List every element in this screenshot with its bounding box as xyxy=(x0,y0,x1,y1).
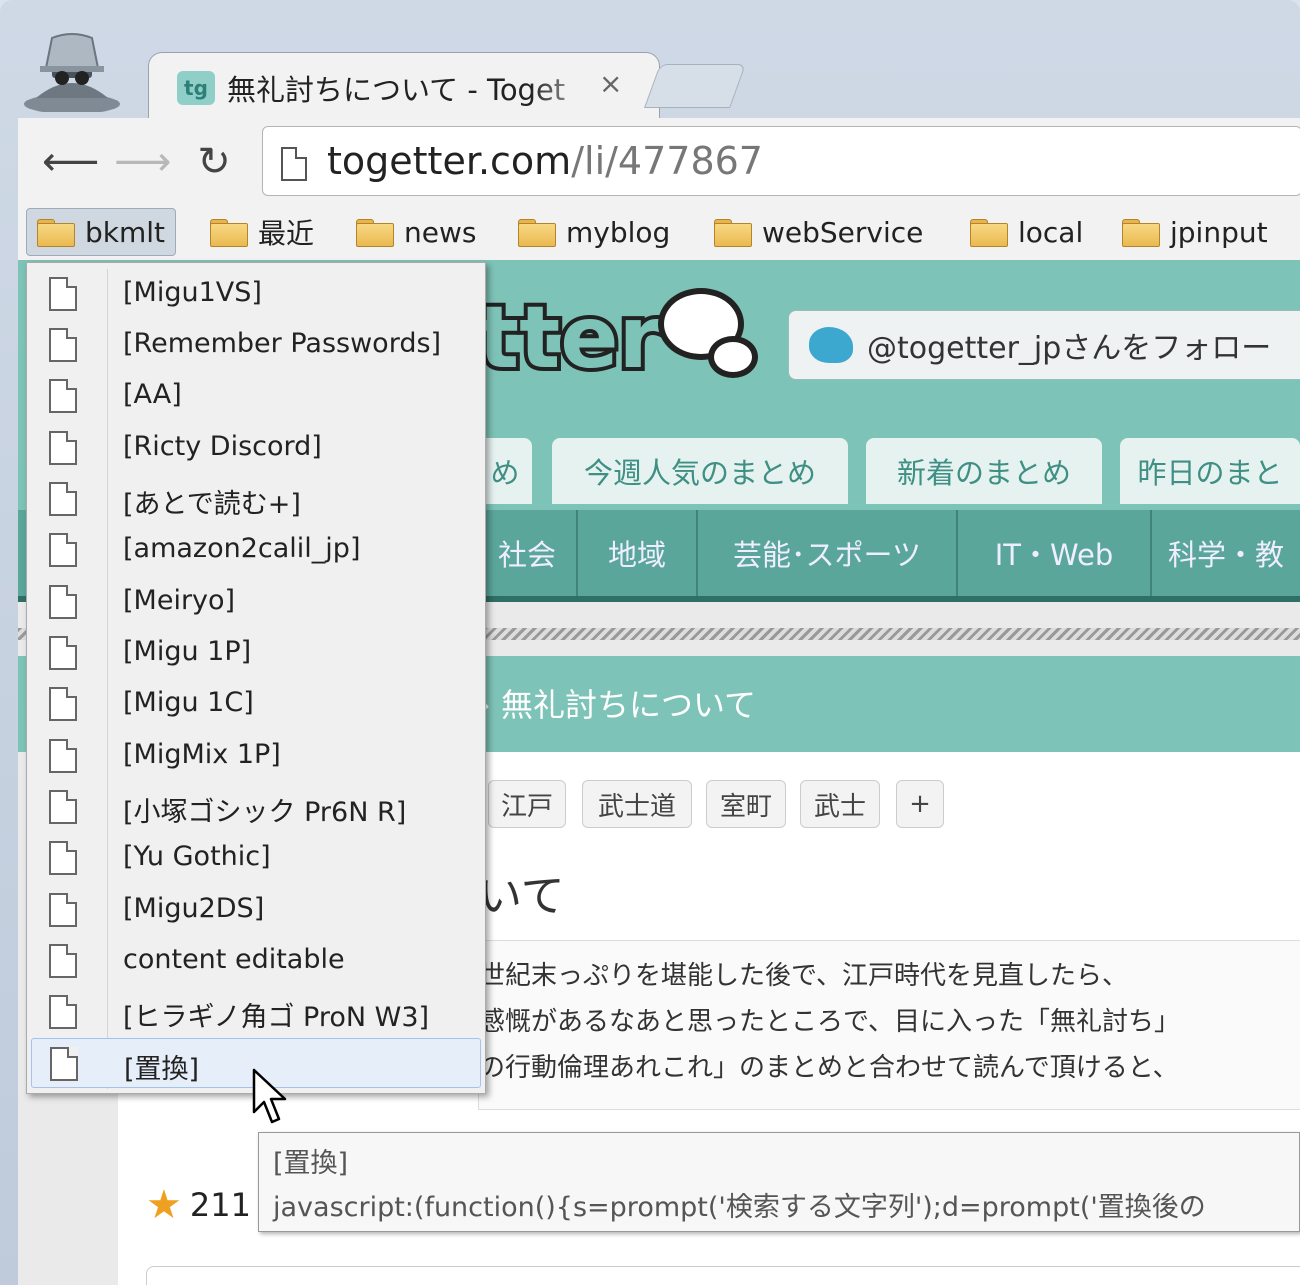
menu-item-bookmark[interactable]: [MigMix 1P] xyxy=(31,731,481,781)
category-science[interactable]: 科学・教 xyxy=(1150,510,1300,596)
tag-edo[interactable]: 江戸 xyxy=(488,780,566,828)
page-icon xyxy=(49,328,77,362)
folder-icon xyxy=(970,217,1008,247)
folder-icon xyxy=(210,217,248,247)
folder-icon xyxy=(714,217,752,247)
menu-item-bookmark[interactable]: [Meiryo] xyxy=(31,577,481,627)
bookmark-folder-local[interactable]: local xyxy=(960,208,1093,256)
page-icon xyxy=(49,379,77,413)
menu-item-bookmark[interactable]: [Yu Gothic] xyxy=(31,833,481,883)
page-icon xyxy=(49,790,77,824)
page-icon xyxy=(49,841,77,875)
tag-samurai[interactable]: 武士 xyxy=(800,780,880,828)
page-icon xyxy=(49,687,77,721)
bookmark-folder-news[interactable]: news xyxy=(346,208,486,256)
page-icon xyxy=(49,944,77,978)
folder-icon xyxy=(37,217,75,247)
bookmark-folder-myblog[interactable]: myblog xyxy=(508,208,680,256)
bookmark-folder-bkmlt[interactable]: bkmlt xyxy=(26,208,177,256)
forward-arrow-icon[interactable]: ⟶ xyxy=(114,136,171,188)
menu-item-bookmark[interactable]: [あとで読む+] xyxy=(31,474,481,524)
page-icon xyxy=(49,636,77,670)
folder-icon xyxy=(356,217,394,247)
bookmarks-bar: bkmlt 最近 news myblog webService local jp… xyxy=(18,204,1300,260)
menu-item-bookmark[interactable]: [Migu 1P] xyxy=(31,628,481,678)
page-icon xyxy=(49,585,77,619)
menu-item-bookmark[interactable]: [ヒラギノ角ゴ ProN W3] xyxy=(31,987,481,1037)
menu-item-bookmark[interactable]: [AA] xyxy=(31,371,481,421)
page-icon xyxy=(49,277,77,311)
bookmark-folder-menu: [Migu1VS] [Remember Passwords] [AA] [Ric… xyxy=(26,262,486,1094)
category-society[interactable]: 社会 xyxy=(478,510,576,596)
breadcrumb: › 無礼討ちについて xyxy=(478,686,757,724)
menu-item-bookmark[interactable]: [小塚ゴシック Pr6N R] xyxy=(31,782,481,832)
togetter-favicon-icon: tg xyxy=(177,71,215,105)
tab-new[interactable]: 新着のまとめ xyxy=(866,438,1102,504)
mouse-cursor-icon xyxy=(252,1068,287,1124)
page-icon xyxy=(49,533,77,567)
twitter-bird-icon xyxy=(809,327,853,363)
menu-item-bookmark[interactable]: [Migu 1C] xyxy=(31,679,481,729)
bookmark-folder-jpinput[interactable]: jpinput xyxy=(1112,208,1278,256)
menu-item-bookmark[interactable]: [Ricty Discord] xyxy=(31,423,481,473)
add-tag-button[interactable]: + xyxy=(896,780,944,828)
incognito-icon xyxy=(24,33,120,112)
menu-item-bookmark[interactable]: [amazon2calil_jp] xyxy=(31,525,481,575)
tab-weekly-popular[interactable]: 今週人気のまとめ xyxy=(552,438,848,504)
menu-item-bookmark[interactable]: [Migu1VS] xyxy=(31,269,481,319)
tooltip-url: javascript:(function(){s=prompt('検索する文字列… xyxy=(273,1192,1206,1223)
page-icon xyxy=(49,893,77,927)
page-icon xyxy=(49,995,77,1029)
folder-icon xyxy=(1122,217,1160,247)
reload-icon[interactable]: ↻ xyxy=(188,136,240,188)
tag-muromachi[interactable]: 室町 xyxy=(706,780,786,828)
menu-item-bookmark[interactable]: content editable xyxy=(31,936,481,986)
page-icon xyxy=(49,739,77,773)
page-icon xyxy=(50,1047,78,1081)
bookmark-tooltip: [置換] javascript:(function(){s=prompt('検索… xyxy=(258,1132,1300,1232)
page-icon xyxy=(281,147,307,181)
tab-popular[interactable]: め xyxy=(478,438,532,504)
tooltip-title: [置換] xyxy=(273,1148,349,1179)
tab-close-icon[interactable]: × xyxy=(599,67,622,100)
toolbar: ⟵ ⟶ ↻ togetter.com/li/477867 xyxy=(18,118,1300,204)
favorite-count[interactable]: ★ 211 xyxy=(146,1182,251,1228)
page-title: いて xyxy=(478,871,565,922)
address-bar[interactable]: togetter.com/li/477867 xyxy=(262,126,1300,196)
folder-icon xyxy=(518,217,556,247)
category-entertainment[interactable]: 芸能･スポーツ xyxy=(696,510,956,596)
tab-title: 無礼討ちについて - Toget xyxy=(227,73,566,107)
menu-item-bookmark[interactable]: [Migu2DS] xyxy=(31,885,481,935)
follow-twitter-button[interactable]: @togetter_jpさんをフォロー xyxy=(788,310,1300,380)
bookmark-folder-recent[interactable]: 最近 xyxy=(200,208,324,256)
speech-bubble-small-icon xyxy=(708,336,758,378)
menu-item-bookmark[interactable]: [Remember Passwords] xyxy=(31,320,481,370)
bookmark-folder-webservice[interactable]: webService xyxy=(704,208,933,256)
star-icon: ★ xyxy=(146,1182,182,1228)
page-icon xyxy=(49,431,77,465)
description: 世紀末っぷりを堪能した後で、江戸時代を見直したら、 感慨があるなあと思ったところ… xyxy=(478,940,1300,1110)
site-logo[interactable]: tter xyxy=(474,284,665,392)
tab-yesterday[interactable]: 昨日のまと xyxy=(1120,438,1300,504)
category-region[interactable]: 地域 xyxy=(576,510,696,596)
url-text[interactable]: togetter.com/li/477867 xyxy=(327,139,763,183)
browser-window: tg 無礼討ちについて - Toget × ⟵ ⟶ ↻ togetter.com… xyxy=(0,0,1300,1285)
page-icon xyxy=(49,482,77,516)
comment-box[interactable] xyxy=(146,1266,1300,1285)
category-it-web[interactable]: IT・Web xyxy=(956,510,1150,596)
back-arrow-icon[interactable]: ⟵ xyxy=(42,136,99,188)
new-tab-button[interactable] xyxy=(643,64,747,108)
tab-active[interactable]: tg 無礼討ちについて - Toget × xyxy=(148,52,660,120)
tag-bushido[interactable]: 武士道 xyxy=(582,780,692,828)
